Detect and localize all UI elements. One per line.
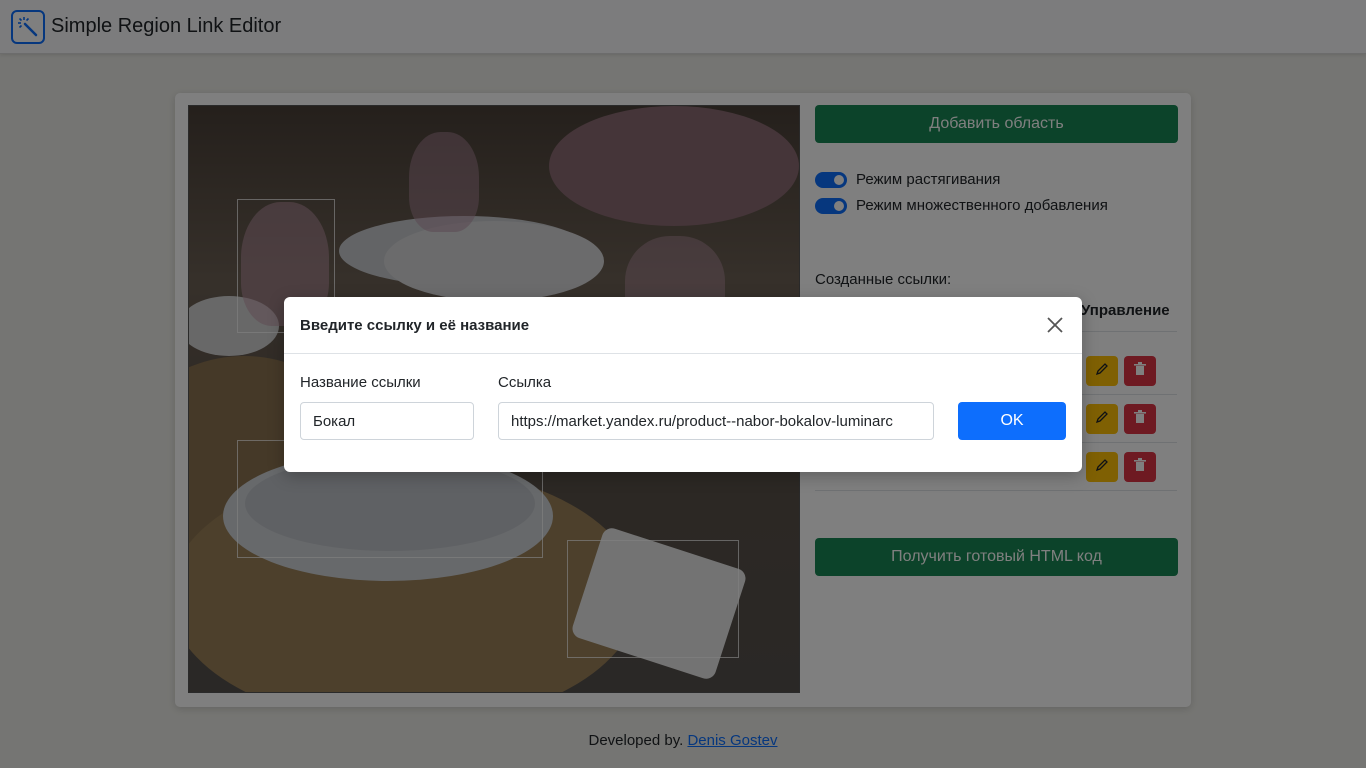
link-name-input[interactable] [300, 402, 474, 440]
modal-header: Введите ссылку и её название [284, 297, 1082, 354]
modal-title: Введите ссылку и её название [300, 316, 530, 334]
link-url-label: Ссылка [498, 374, 552, 391]
ok-button[interactable]: OK [958, 402, 1066, 440]
link-url-input[interactable] [498, 402, 934, 440]
link-modal: Введите ссылку и её название Название сс… [284, 297, 1082, 472]
close-icon[interactable] [1044, 314, 1066, 336]
link-name-label: Название ссылки [300, 374, 421, 391]
